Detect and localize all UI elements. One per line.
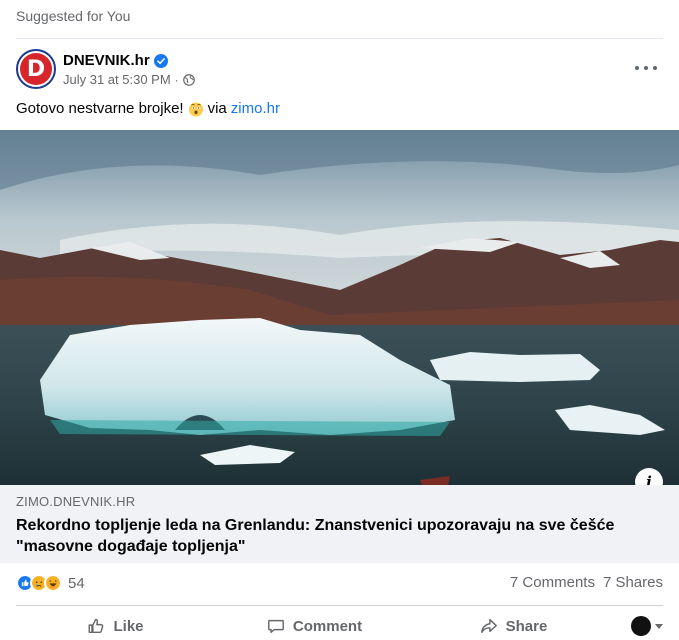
iceberg-medium — [430, 352, 600, 382]
post-photo[interactable] — [0, 130, 679, 485]
post-timestamp[interactable]: July 31 at 5:30 PM — [63, 72, 171, 87]
source-link[interactable]: zimo.hr — [231, 100, 280, 117]
share-arrow-icon — [480, 618, 497, 634]
iceberg-reflection — [50, 420, 450, 436]
globe-icon — [182, 73, 195, 86]
page-name-link[interactable]: DNEVNIK.hr — [63, 52, 150, 69]
divider — [16, 605, 663, 606]
suggested-label: Suggested for You — [16, 8, 131, 24]
more-dot-icon — [653, 66, 657, 70]
engagement-counts: 7 Comments 7 Shares — [510, 574, 663, 591]
page-name-row: DNEVNIK.hr — [63, 52, 168, 69]
comments-count-link[interactable]: 7 Comments — [510, 574, 595, 591]
page-avatar[interactable]: D — [16, 49, 56, 89]
link-preview[interactable]: ZIMO.DNEVNIK.HR Rekordno topljenje leda … — [0, 485, 679, 563]
meta-separator: · — [174, 72, 179, 87]
reaction-count: 54 — [68, 574, 85, 592]
more-dot-icon — [635, 66, 639, 70]
comment-icon — [267, 619, 284, 634]
post-text-body: Gotovo nestvarne brojke! — [16, 100, 184, 117]
link-domain: ZIMO.DNEVNIK.HR — [16, 494, 136, 509]
comment-button[interactable]: Comment — [215, 617, 414, 635]
post-text: Gotovo nestvarne brojke! via zimo.hr — [16, 100, 280, 117]
post-meta: July 31 at 5:30 PM · — [63, 72, 195, 87]
astonished-face-icon — [188, 102, 203, 116]
action-bar: Like Comment Share — [16, 610, 663, 640]
post-text-via: via — [207, 100, 227, 117]
thumbs-up-icon — [89, 618, 104, 634]
more-dot-icon — [644, 66, 648, 70]
post-stats: 54 7 Comments 7 Shares — [0, 563, 679, 605]
divider — [16, 38, 663, 39]
shares-count-link[interactable]: 7 Shares — [603, 574, 663, 591]
haha-reaction-icon — [44, 574, 62, 592]
comment-label: Comment — [292, 617, 363, 635]
like-button[interactable]: Like — [16, 617, 215, 635]
avatar-logo: D — [20, 53, 52, 85]
share-label: Share — [505, 617, 548, 635]
more-options-button[interactable] — [635, 60, 657, 76]
verified-badge-icon — [153, 53, 168, 68]
like-label: Like — [113, 617, 144, 635]
user-avatar — [631, 616, 651, 636]
link-title[interactable]: Rekordno topljenje leda na Grenlandu: Zn… — [16, 515, 666, 557]
profile-selector[interactable] — [613, 616, 663, 636]
reactions-summary[interactable]: 54 — [16, 574, 85, 592]
chevron-down-icon — [655, 623, 663, 629]
share-button[interactable]: Share — [414, 617, 613, 635]
